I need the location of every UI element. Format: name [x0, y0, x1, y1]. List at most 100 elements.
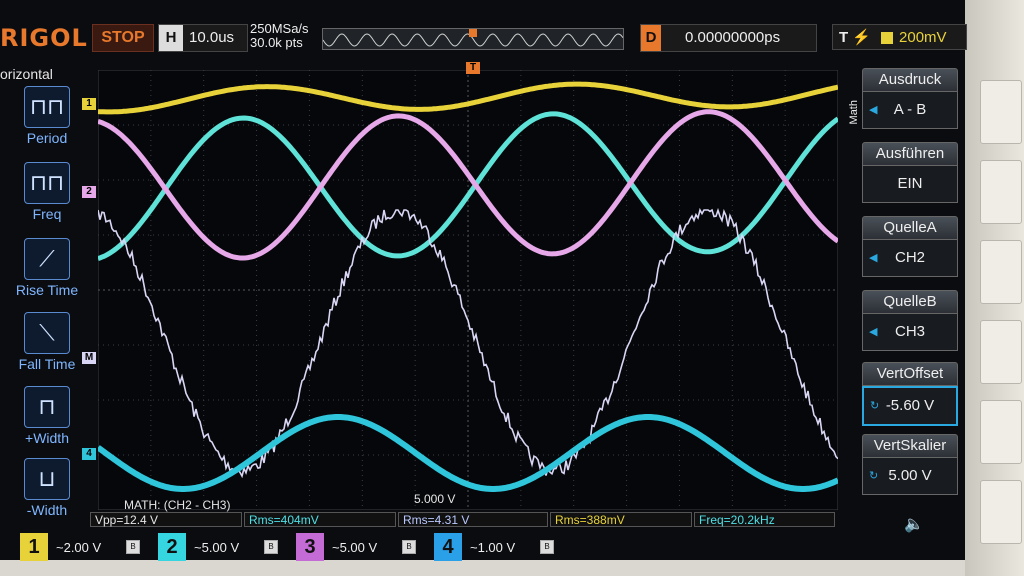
hardware-button[interactable] — [980, 320, 1022, 384]
bandwidth-icon: B — [540, 540, 554, 554]
measure-label: Freq — [32, 206, 62, 222]
ch1-waveform — [98, 81, 838, 115]
measurement-bar: Vpp=12.4 V Rms=404mV Rms=4.31 V Rms=388m… — [90, 512, 835, 528]
measure-neg-width-button[interactable]: ⊔ -Width — [14, 458, 80, 518]
measure-label: Fall Time — [18, 356, 76, 372]
delay-label: D — [641, 25, 661, 51]
hardware-button[interactable] — [980, 80, 1022, 144]
menu-item-title: VertOffset — [862, 362, 958, 386]
pos-width-icon: ⊓ — [24, 386, 70, 428]
math-offset-marker[interactable]: M — [82, 352, 96, 364]
menu-source-a[interactable]: QuelleA ◀ CH2 — [862, 216, 958, 277]
select-arrow-icon: ◀ — [869, 326, 878, 338]
select-arrow-icon: ◀ — [869, 104, 878, 116]
memory-overview-waveform — [322, 29, 624, 47]
rise-time-icon: ⟋ — [24, 238, 70, 280]
timebase-readout[interactable]: H 10.0us — [158, 24, 248, 52]
select-arrow-icon: ◀ — [869, 252, 878, 264]
menu-execute[interactable]: Ausführen EIN — [862, 142, 958, 203]
measure-freq-button[interactable]: ⊓⊓ Freq — [14, 162, 80, 222]
channel-scale: ~1.00 V — [470, 539, 516, 555]
waveform-plot — [98, 70, 838, 510]
ch4-waveform — [98, 414, 838, 492]
ch2-offset-marker[interactable]: 2 — [82, 186, 96, 198]
hardware-button[interactable] — [980, 400, 1022, 464]
measure-fall-time-button[interactable]: ⟍ Fall Time — [14, 312, 80, 372]
menu-item-title: QuelleA — [862, 216, 958, 240]
channel-number: 2 — [158, 533, 186, 561]
bandwidth-icon: B — [264, 540, 278, 554]
delay-readout[interactable]: D 0.00000000ps — [640, 24, 817, 52]
waveform-area[interactable]: 1 2 M 4 T MATH: (CH2 - CH3) 5.000 V — [82, 62, 838, 512]
math-menu: Math Ausdruck ◀ A - B Ausführen EIN Quell… — [848, 64, 958, 504]
memory-overview-strip — [322, 28, 624, 50]
channel-2-status[interactable]: 2 ~5.00 V B — [158, 533, 278, 561]
menu-item-value: EIN — [862, 166, 958, 203]
trigger-readout[interactable]: T ⚡ 200mV — [832, 24, 967, 50]
menu-source-b[interactable]: QuelleB ◀ CH3 — [862, 290, 958, 351]
channel-number: 3 — [296, 533, 324, 561]
channel-4-status[interactable]: 4 ~1.00 V B — [434, 533, 554, 561]
neg-width-icon: ⊔ — [24, 458, 70, 500]
acquisition-info: 250MSa/s 30.0k pts — [250, 22, 309, 50]
hardware-button[interactable] — [980, 240, 1022, 304]
ch1-offset-marker[interactable]: 1 — [82, 98, 96, 110]
menu-item-title: VertSkalier — [862, 434, 958, 458]
menu-item-value: ◀ A - B — [862, 92, 958, 129]
delay-value: 0.00000000ps — [685, 29, 781, 46]
menu-item-title: Ausdruck — [862, 68, 958, 92]
channel-status-bar: 1 ~2.00 V B 2 ~5.00 V B 3 ~5.00 V B 4 ~1… — [20, 533, 950, 563]
measurement-rms-ch2[interactable]: Rms=404mV — [244, 512, 396, 527]
knob-icon: ↻ — [870, 400, 880, 412]
trigger-source-icon — [881, 32, 894, 45]
top-status-bar: RIGOL STOP H 10.0us 250MSa/s 30.0k pts D 0… — [0, 20, 980, 60]
hardware-button[interactable] — [980, 480, 1022, 544]
menu-title: orizontal — [0, 66, 53, 82]
timebase-value: 10.0us — [189, 29, 235, 46]
menu-expression[interactable]: Ausdruck ◀ A - B — [862, 68, 958, 129]
trigger-position-marker — [469, 29, 477, 37]
channel-1-status[interactable]: 1 ~2.00 V B — [20, 533, 140, 561]
measure-label: Period — [26, 130, 68, 146]
measurement-rms-math[interactable]: Rms=4.31 V — [398, 512, 548, 527]
brand-logo: RIGOL — [0, 24, 88, 52]
math-scale: 5.000 V — [414, 492, 456, 506]
menu-item-title: Ausführen — [862, 142, 958, 166]
measure-period-button[interactable]: ⊓⊓ Period — [14, 86, 80, 146]
math-label: MATH: (CH2 - CH3) — [124, 498, 231, 512]
knob-icon: ↻ — [869, 470, 879, 482]
memory-depth: 30.0k pts — [250, 35, 303, 50]
hardware-button[interactable] — [980, 160, 1022, 224]
period-icon: ⊓⊓ — [24, 86, 70, 128]
channel-scale: ~2.00 V — [56, 539, 102, 555]
horizontal-label: H — [159, 25, 183, 51]
ch4-offset-marker[interactable]: 4 — [82, 448, 96, 460]
sample-rate: 250MSa/s — [250, 21, 309, 36]
menu-side-label: Math — [848, 100, 860, 125]
measurement-rms-ch1[interactable]: Rms=388mV — [550, 512, 692, 527]
channel-scale: ~5.00 V — [332, 539, 378, 555]
menu-item-value: ↻ -5.60 V — [862, 386, 958, 426]
menu-vert-scale[interactable]: VertSkalier ↻ 5.00 V — [862, 434, 958, 495]
trigger-level: 200mV — [899, 29, 947, 46]
channel-3-status[interactable]: 3 ~5.00 V B — [296, 533, 416, 561]
speaker-icon[interactable]: 🔈 — [904, 514, 924, 534]
measure-pos-width-button[interactable]: ⊓ +Width — [14, 386, 80, 446]
menu-vert-offset[interactable]: VertOffset ↻ -5.60 V — [862, 362, 958, 426]
measurement-freq[interactable]: Freq=20.2kHz — [694, 512, 835, 527]
menu-item-value: ◀ CH2 — [862, 240, 958, 277]
channel-number: 1 — [20, 533, 48, 561]
measure-menu: orizontal ⊓⊓ Period ⊓⊓ Freq ⟋ Rise Time … — [0, 60, 84, 530]
channel-number: 4 — [434, 533, 462, 561]
run-stop-status[interactable]: STOP — [92, 24, 154, 52]
menu-item-title: QuelleB — [862, 290, 958, 314]
measure-label: -Width — [26, 502, 68, 518]
measurement-vpp[interactable]: Vpp=12.4 V — [90, 512, 242, 527]
menu-item-value: ◀ CH3 — [862, 314, 958, 351]
menu-item-value: ↻ 5.00 V — [862, 458, 958, 495]
measure-rise-time-button[interactable]: ⟋ Rise Time — [14, 238, 80, 298]
fall-time-icon: ⟍ — [24, 312, 70, 354]
trigger-time-marker[interactable]: T — [466, 62, 480, 74]
channel-scale: ~5.00 V — [194, 539, 240, 555]
measure-label: +Width — [25, 430, 69, 446]
